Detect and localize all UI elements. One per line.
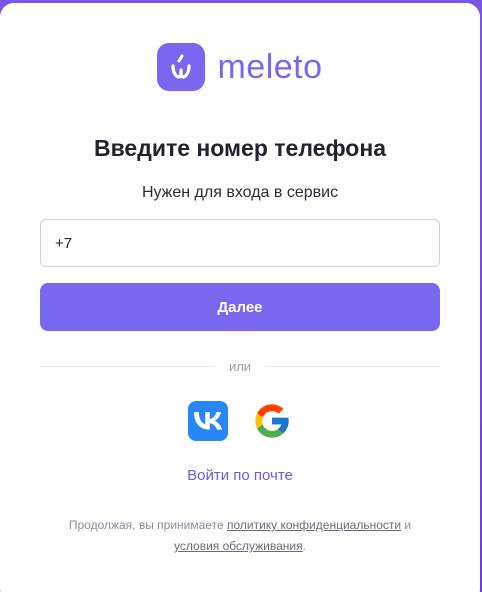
email-login-link[interactable]: Войти по почте <box>0 467 480 484</box>
or-divider: или <box>40 359 441 374</box>
divider-label: или <box>228 359 252 374</box>
divider-line-right <box>265 366 441 367</box>
social-login-group <box>0 401 480 441</box>
google-icon <box>255 404 289 438</box>
login-card: meleto Введите номер телефона Нужен для … <box>0 3 480 592</box>
phone-input[interactable] <box>40 219 440 267</box>
legal-conjunction: и <box>401 518 412 532</box>
meleto-logo-icon <box>157 43 206 91</box>
legal-prefix: Продолжая, вы принимаете <box>68 518 227 532</box>
brand-name: meleto <box>217 47 323 86</box>
vk-login-button[interactable] <box>188 401 228 441</box>
google-login-button[interactable] <box>252 401 292 441</box>
privacy-policy-link[interactable]: политику конфиденциальности <box>227 518 401 532</box>
legal-notice: Продолжая, вы принимаете политику конфид… <box>40 515 440 557</box>
page-title: Введите номер телефона <box>93 135 386 161</box>
page-subtitle: Нужен для входа в сервис <box>141 184 339 201</box>
brand-logo: meleto <box>0 43 480 91</box>
legal-suffix: . <box>302 539 306 553</box>
terms-link[interactable]: условия обслуживания <box>174 539 303 553</box>
vk-icon <box>194 412 222 430</box>
divider-line-left <box>40 366 215 367</box>
next-button[interactable]: Далее <box>40 283 440 331</box>
